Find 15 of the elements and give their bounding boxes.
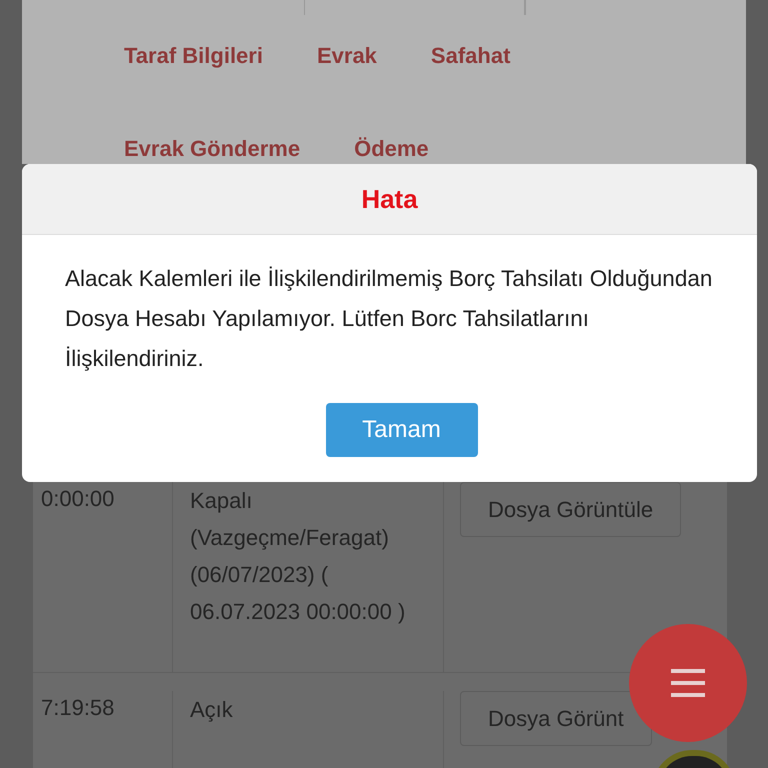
- time-cell: 7:19:58: [33, 691, 173, 768]
- status-text: Açık: [190, 697, 233, 722]
- view-file-button[interactable]: Dosya Görünt: [460, 691, 652, 746]
- tab[interactable]: Ödeme: [332, 128, 451, 169]
- ok-button[interactable]: Tamam: [326, 403, 478, 457]
- menu-icon: [671, 668, 705, 698]
- tab[interactable]: Taraf Bilgileri: [102, 35, 285, 76]
- tab[interactable]: Evrak: [294, 35, 399, 76]
- tab[interactable]: Evrak Gönderme: [102, 128, 322, 169]
- view-file-button[interactable]: Dosya Görüntüle: [460, 482, 682, 537]
- time-cell: 0:00:00: [33, 482, 173, 672]
- error-message: Alacak Kalemleri ile İlişkilendirilmemiş Borç Tahsilatı Olduğundan Dosya Hesabı Yapılamıyor. Lütfen Borc Tahsilatlarını İlişkilendiriniz.: [64, 265, 714, 373]
- tab[interactable]: Safahat: [408, 35, 532, 76]
- dialog-title: Hata: [361, 182, 418, 216]
- status-text: Kapalı (Vazgeçme/Feragat) (06/07/2023) ( 06.07.2023 00:00:00 ): [190, 488, 406, 624]
